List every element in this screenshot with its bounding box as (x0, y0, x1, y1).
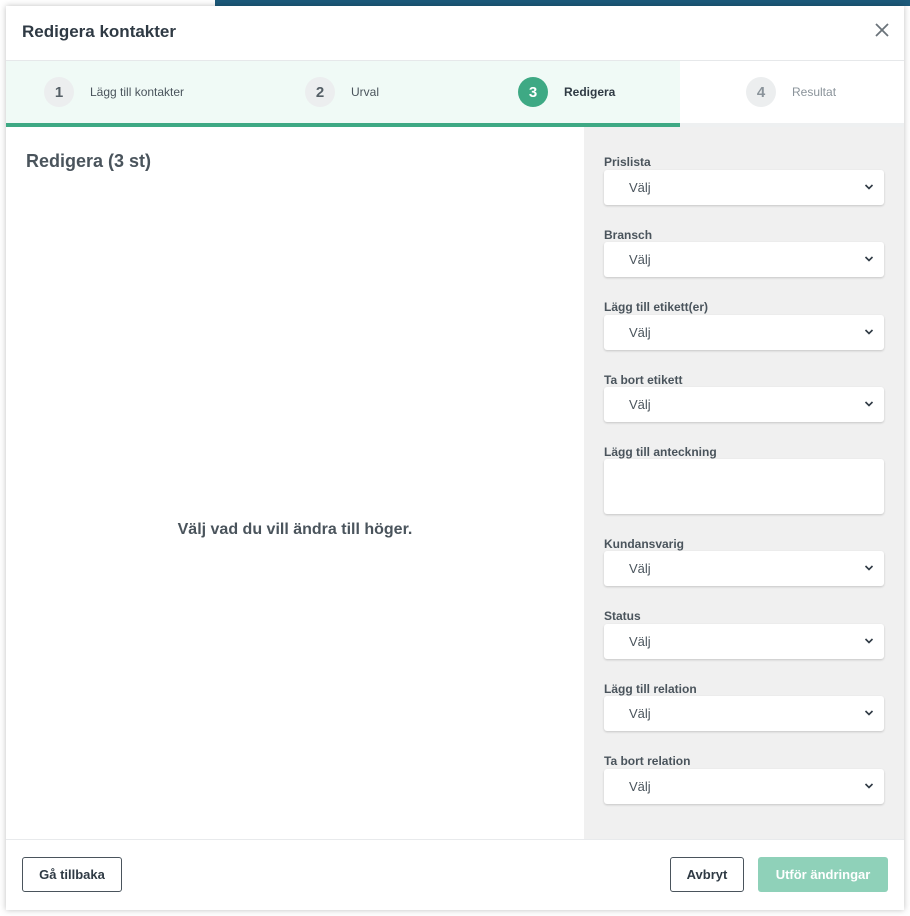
status-label: Status (604, 609, 641, 623)
select-value: Välj (629, 706, 651, 721)
select-value: Välj (629, 325, 651, 340)
step-label: Redigera (564, 85, 616, 99)
chevron-down-icon (864, 329, 874, 335)
select-value: Välj (629, 561, 651, 576)
empty-state-message: Välj vad du vill ändra till höger. (177, 521, 413, 538)
add-tag-label: Lägg till etikett(er) (604, 300, 709, 314)
add-relation-label: Lägg till relation (604, 682, 697, 696)
cancel-button[interactable]: Avbryt (670, 857, 744, 892)
select-value: Välj (629, 397, 651, 412)
add-tag-select[interactable]: Välj (604, 315, 884, 350)
modal-title: Redigera kontakter (22, 22, 176, 41)
chevron-down-icon (864, 256, 874, 262)
remove-tag-label: Ta bort etikett (604, 373, 683, 387)
prislista-label: Prislista (604, 155, 651, 169)
step-label: Resultat (792, 85, 837, 99)
bransch-select[interactable]: Välj (604, 242, 884, 277)
step-label: Lägg till kontakter (90, 85, 185, 99)
back-button[interactable]: Gå tillbaka (22, 857, 122, 892)
step-4: 4 Resultat (746, 76, 836, 108)
add-relation-select[interactable]: Välj (604, 696, 884, 731)
bransch-label: Bransch (604, 228, 653, 242)
edit-fields-pane: Prislista Välj Bransch Välj Lägg till et… (584, 127, 904, 839)
step-number: 3 (518, 77, 548, 107)
chevron-down-icon (864, 783, 874, 789)
step-number: 4 (746, 77, 776, 107)
wizard-steps: 1 Lägg till kontakter 2 Urval 3 Redigera… (6, 61, 904, 127)
modal-header: Redigera kontakter (6, 6, 904, 61)
edit-summary-title: Redigera (3 st) (26, 151, 152, 171)
remove-relation-label: Ta bort relation (604, 754, 691, 768)
select-value: Välj (629, 180, 651, 195)
chevron-down-icon (864, 710, 874, 716)
chevron-down-icon (864, 565, 874, 571)
edit-contacts-modal: Redigera kontakter 1 Lägg till kontakter… (6, 6, 904, 910)
select-value: Välj (629, 634, 651, 649)
apply-changes-button[interactable]: Utför ändringar (758, 857, 888, 892)
chevron-down-icon (864, 184, 874, 190)
remove-relation-select[interactable]: Välj (604, 769, 884, 804)
status-select[interactable]: Välj (604, 624, 884, 659)
close-icon[interactable] (872, 20, 892, 40)
select-value: Välj (629, 252, 651, 267)
chevron-down-icon (864, 401, 874, 407)
note-label: Lägg till anteckning (604, 445, 717, 459)
remove-tag-select[interactable]: Välj (604, 387, 884, 422)
account-manager-label: Kundansvarig (604, 537, 685, 551)
prislista-select[interactable]: Välj (604, 170, 884, 205)
select-value: Välj (629, 779, 651, 794)
account-manager-select[interactable]: Välj (604, 551, 884, 586)
step-3: 3 Redigera (518, 76, 615, 108)
step-2: 2 Urval (305, 76, 379, 108)
note-textarea[interactable] (604, 459, 884, 514)
chevron-down-icon (864, 638, 874, 644)
step-label: Urval (351, 85, 380, 99)
step-number: 2 (305, 77, 335, 107)
step-number: 1 (44, 77, 74, 107)
step-1: 1 Lägg till kontakter (44, 76, 184, 108)
modal-footer: Gå tillbaka Avbryt Utför ändringar (6, 839, 904, 910)
edit-summary-pane: Redigera (3 st) Välj vad du vill ändra t… (6, 127, 584, 839)
